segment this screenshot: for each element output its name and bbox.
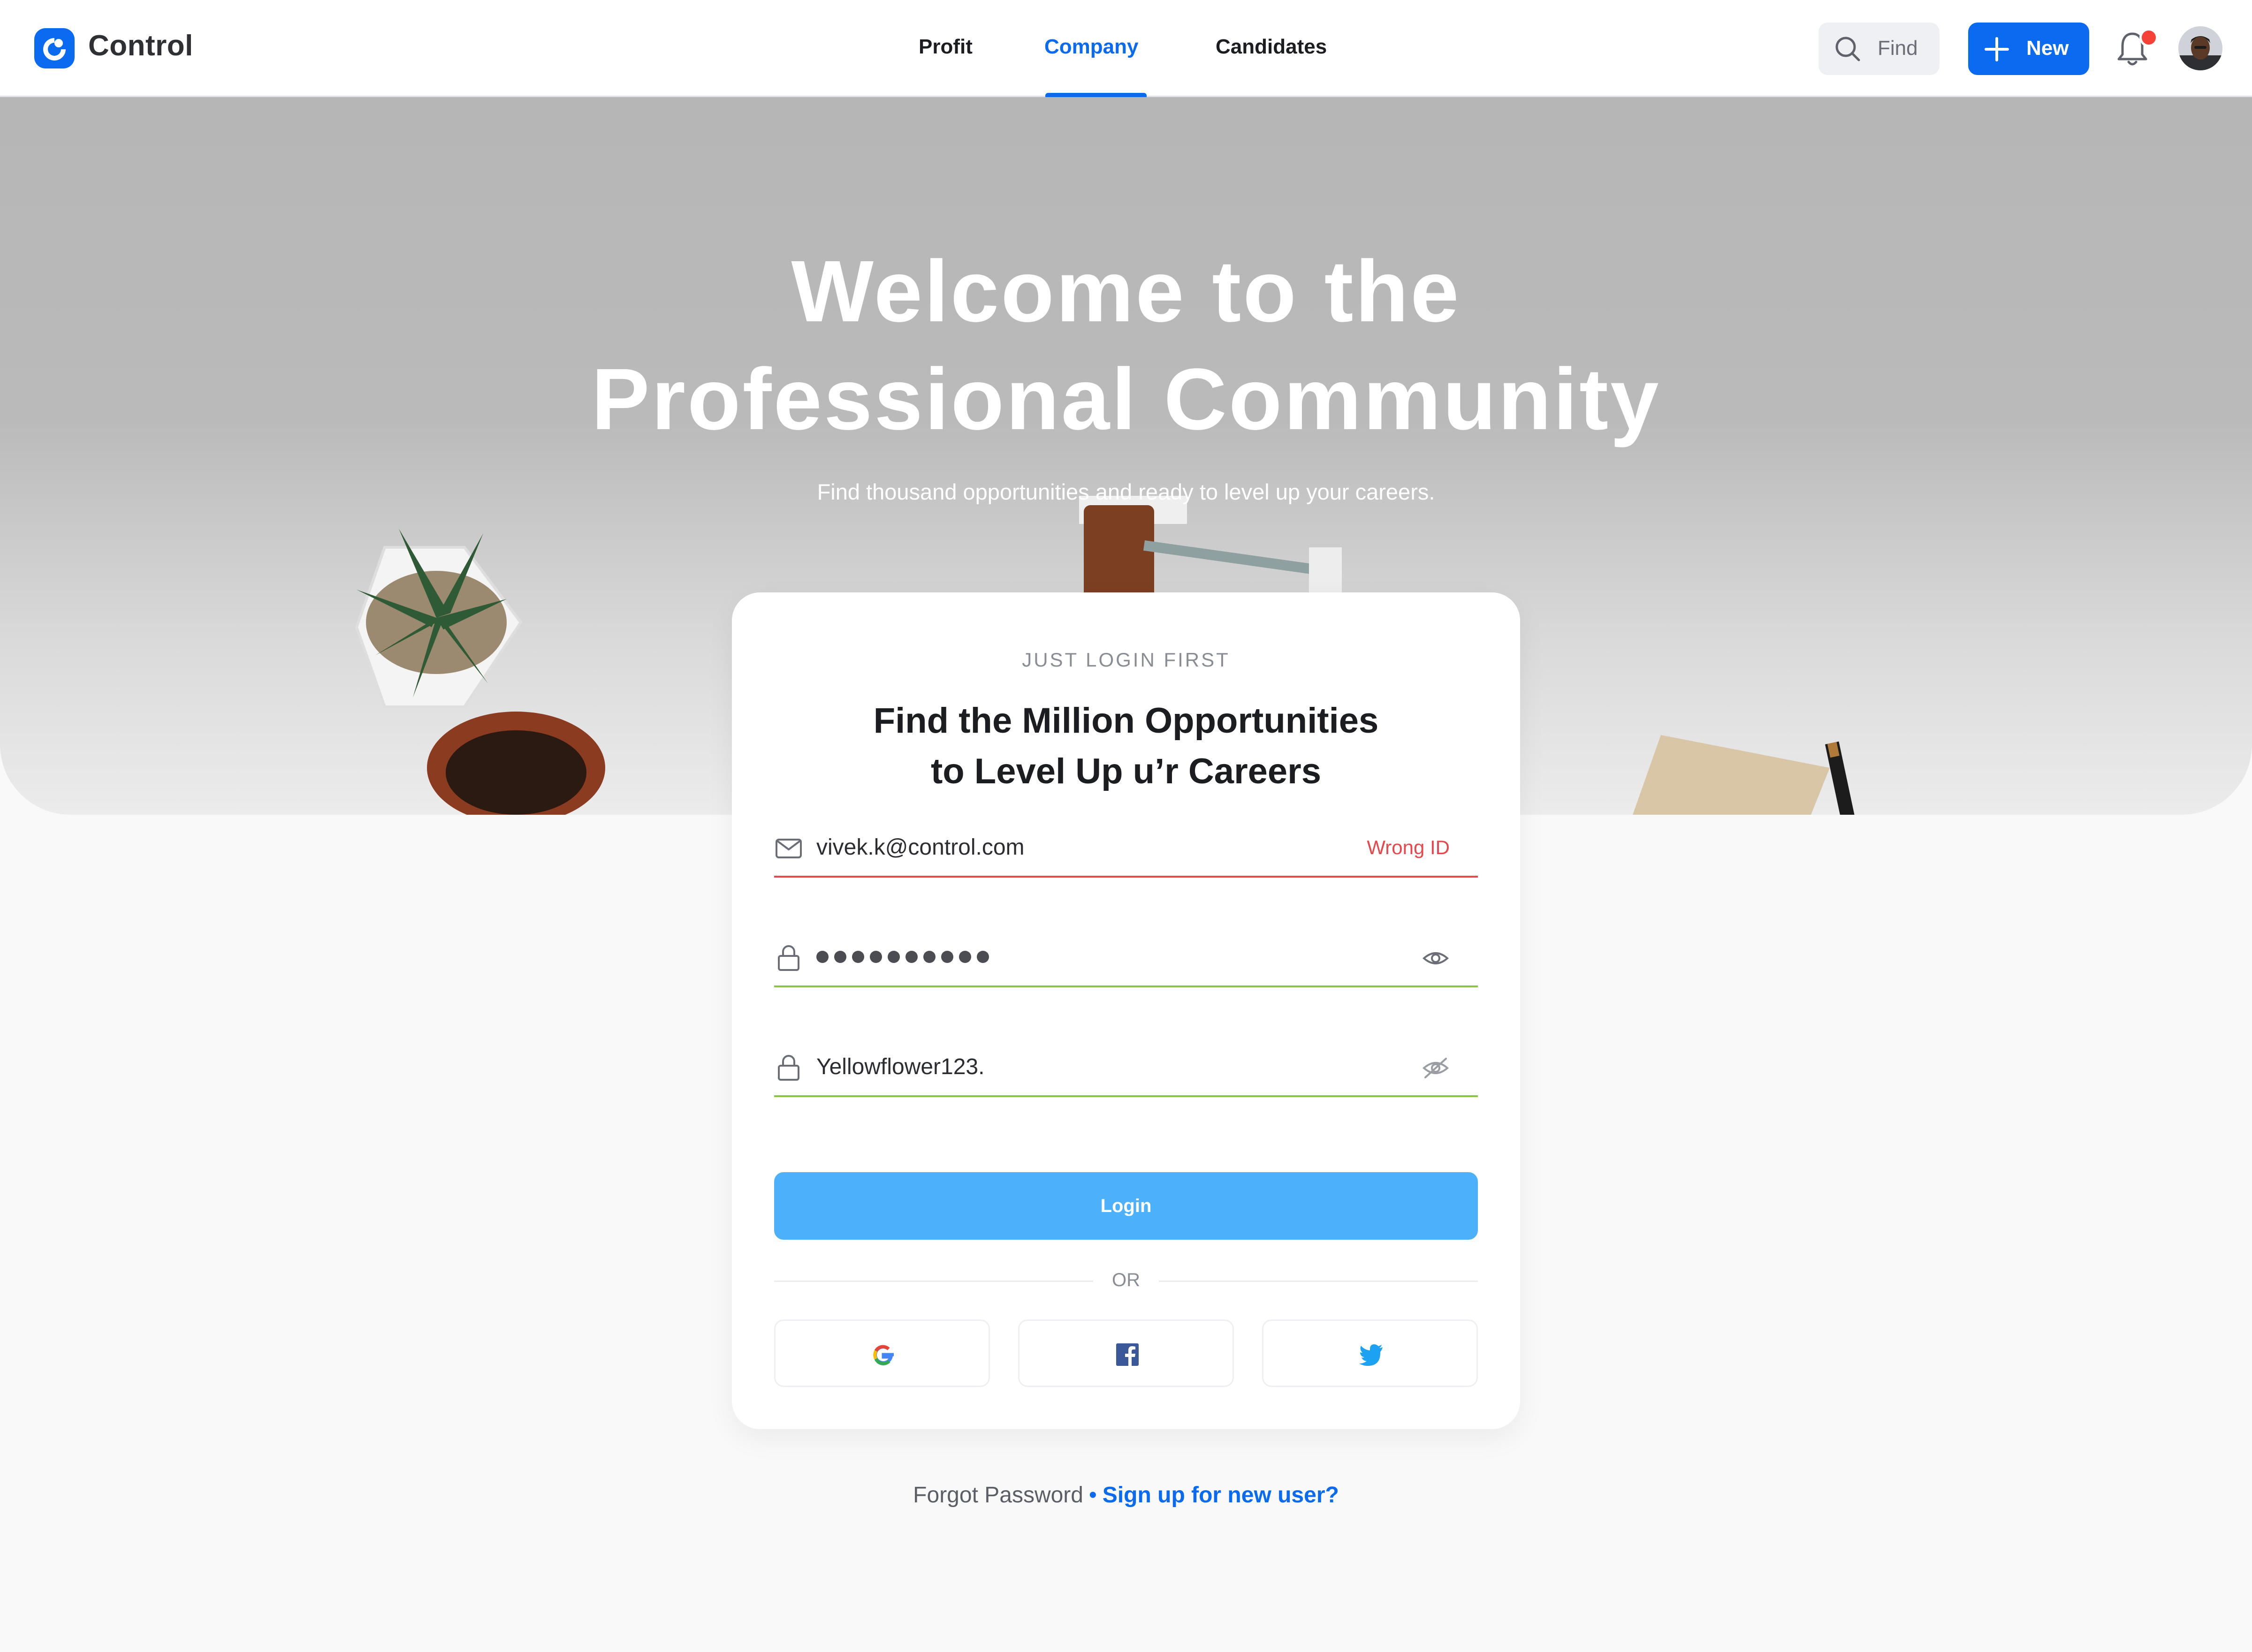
password-underline (774, 985, 1478, 987)
email-error-text: Wrong ID (1367, 836, 1450, 858)
top-bar: Control Profit Company Candidates Find N… (0, 0, 2252, 97)
wooden-stamp-illustration (1079, 496, 1342, 604)
user-avatar[interactable] (2178, 26, 2222, 70)
control-logo-icon[interactable] (34, 28, 75, 68)
active-tab-indicator (1045, 93, 1147, 97)
nav-item-candidates[interactable]: Candidates (1216, 35, 1327, 59)
google-icon (873, 1345, 894, 1365)
notebook-illustration (1633, 735, 1856, 815)
hero-title: Welcome to the Professional Community (0, 238, 2252, 454)
hero-title-line-2: Professional Community (591, 351, 1661, 448)
login-title: Find the Million Opportunities to Level … (732, 696, 1520, 797)
password-visible-value: Yellowflower123. (816, 1054, 985, 1079)
login-title-line-2: to Level Up u’r Careers (930, 751, 1322, 791)
coffee-cup-illustration (427, 712, 605, 815)
facebook-icon (1116, 1343, 1139, 1366)
succulent-plant-illustration (355, 529, 523, 708)
or-text: OR (1112, 1270, 1140, 1290)
password-visible-field[interactable]: Yellowflower123. (774, 1034, 1478, 1097)
search-button[interactable]: Find (1818, 23, 1940, 75)
lock-icon (778, 945, 799, 971)
password-field[interactable] (774, 925, 1478, 987)
eye-off-icon[interactable] (1422, 1054, 1450, 1082)
email-underline (774, 876, 1478, 878)
new-button[interactable]: New (1968, 23, 2089, 75)
search-icon (1835, 37, 1860, 61)
avatar-image (2178, 26, 2222, 70)
twitter-login-button[interactable] (1262, 1319, 1478, 1387)
google-login-button[interactable] (774, 1319, 990, 1387)
facebook-login-button[interactable] (1018, 1319, 1234, 1387)
footer-links: Forgot Password • Sign up for new user? (0, 1482, 2252, 1508)
nav-item-profit[interactable]: Profit (919, 35, 973, 59)
footer-separator: • (1088, 1483, 1097, 1508)
search-label: Find (1878, 37, 1918, 60)
brand-name[interactable]: Control (88, 29, 193, 62)
mail-icon (776, 839, 802, 858)
hero-subtitle: Find thousand opportunities and ready to… (817, 479, 1435, 504)
password-visible-underline (774, 1095, 1478, 1097)
nav-item-company[interactable]: Company (1044, 35, 1138, 59)
login-eyebrow: JUST LOGIN FIRST (1022, 649, 1230, 671)
email-field[interactable]: vivek.k@control.com Wrong ID (774, 815, 1478, 878)
signup-link[interactable]: Sign up for new user? (1103, 1483, 1339, 1508)
email-value: vivek.k@control.com (816, 835, 1025, 860)
login-button[interactable]: Login (774, 1172, 1478, 1240)
plus-icon (1985, 37, 2009, 61)
new-button-label: New (2026, 37, 2069, 60)
twitter-icon (1359, 1344, 1383, 1366)
eye-icon[interactable] (1422, 944, 1450, 972)
login-title-line-1: Find the Million Opportunities (873, 701, 1379, 741)
password-masked-value (816, 951, 995, 965)
or-divider: OR (774, 1269, 1478, 1292)
forgot-password-link[interactable]: Forgot Password (913, 1483, 1083, 1508)
login-card: JUST LOGIN FIRST Find the Million Opport… (732, 592, 1520, 1429)
login-button-label: Login (1100, 1196, 1152, 1216)
notification-badge (2139, 28, 2158, 47)
hero-title-line-1: Welcome to the (791, 243, 1461, 340)
lock-icon (778, 1055, 799, 1081)
